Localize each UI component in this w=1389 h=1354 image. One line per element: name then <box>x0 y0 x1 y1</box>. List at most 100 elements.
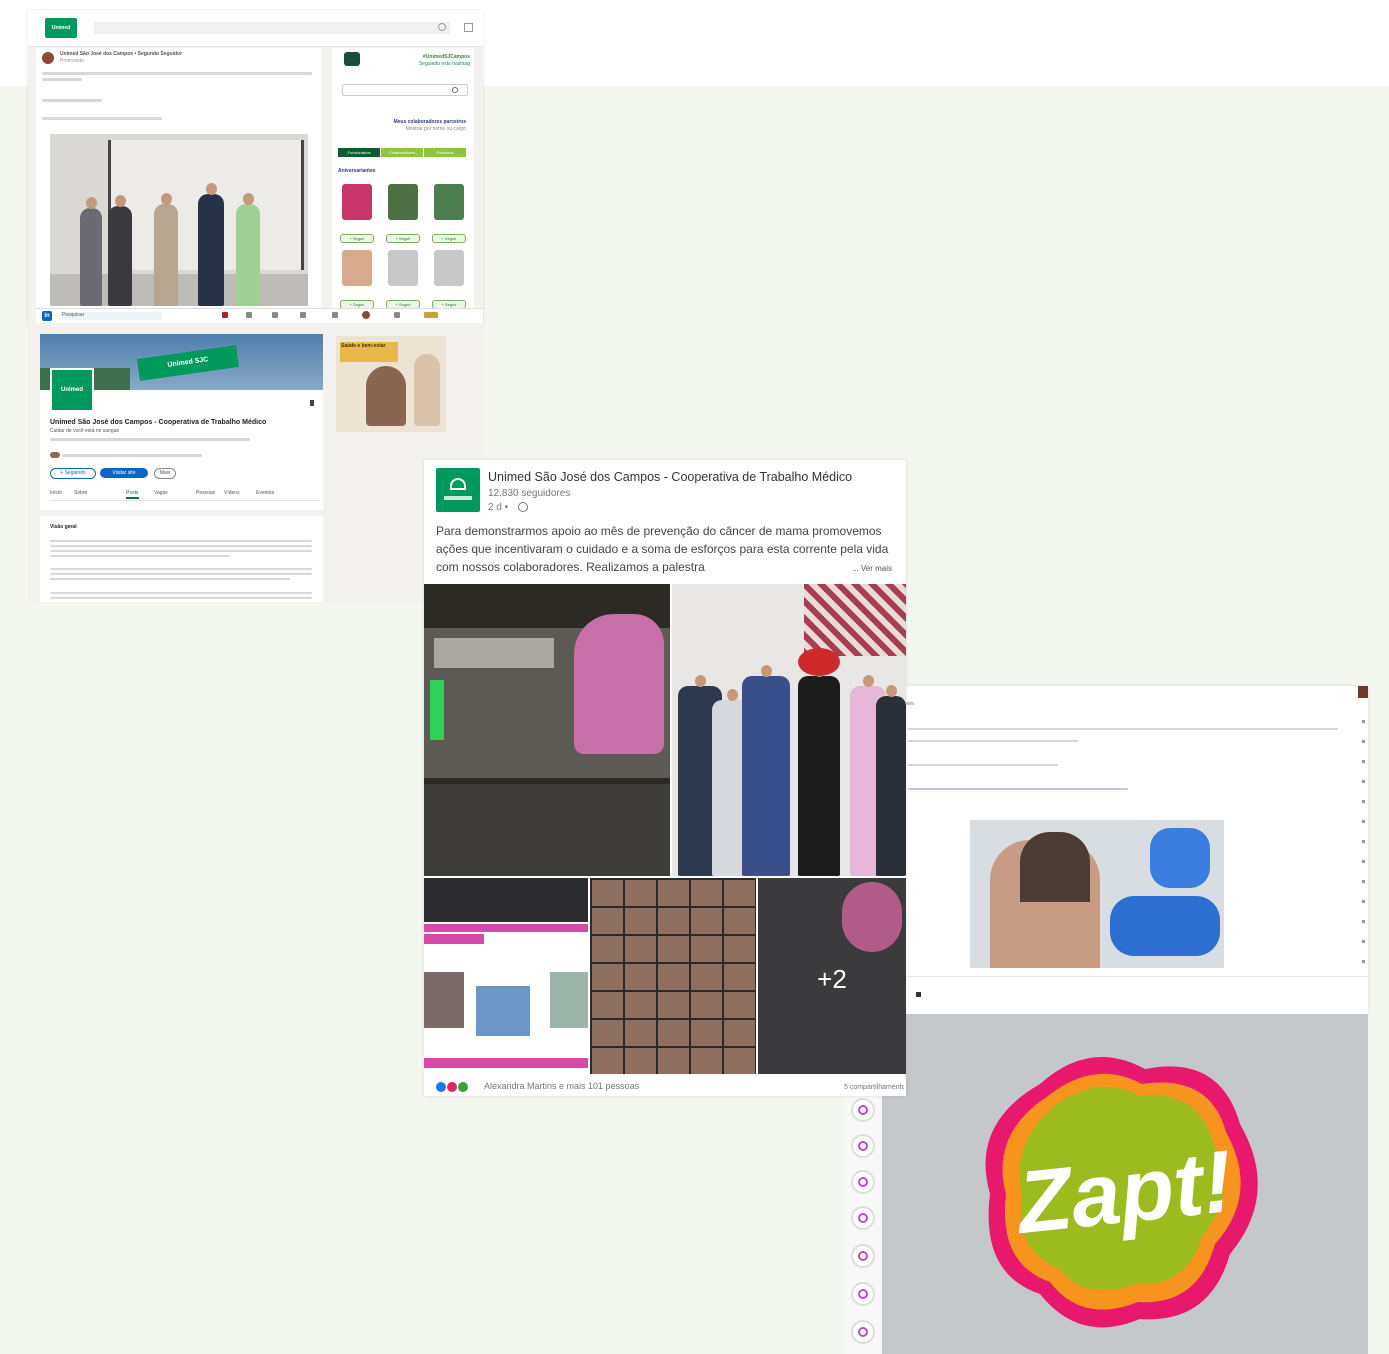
tab-inicio[interactable]: Início <box>50 490 62 497</box>
slide-title-bar <box>424 934 484 944</box>
follow-button[interactable]: + Seguir <box>432 234 466 243</box>
tab-pessoas[interactable]: Pessoas <box>196 490 215 497</box>
search-icon[interactable] <box>438 23 446 31</box>
building-sign: Unimed SJC <box>136 345 240 381</box>
sidebar-ad[interactable]: Saúde e bem-estar <box>336 336 446 432</box>
menu-icon[interactable] <box>464 23 473 32</box>
nav-home-icon[interactable] <box>222 312 228 318</box>
avatar[interactable] <box>434 184 464 220</box>
nav-messages-icon[interactable] <box>300 312 306 318</box>
more-button[interactable]: Mais <box>154 468 176 479</box>
photo-event-more[interactable]: +2 <box>758 878 906 1074</box>
zapt-nav-icon[interactable] <box>851 1134 875 1158</box>
love-reaction-icon <box>447 1082 457 1092</box>
tab-posts[interactable]: Posts <box>126 490 139 499</box>
reaction-icons[interactable] <box>436 1082 478 1092</box>
post-meta: Promovido <box>60 58 84 64</box>
visit-site-button[interactable]: Visitar site <box>100 468 148 478</box>
feed-sidebar: #UnimedSJCampos Seguindo esta hashtag Me… <box>332 48 474 320</box>
person <box>154 193 178 306</box>
overview-text-line <box>50 568 312 570</box>
company-meta-line <box>50 438 250 441</box>
page-avatar[interactable] <box>436 468 480 512</box>
follow-button[interactable]: + Seguir <box>340 234 374 243</box>
follower-avatars <box>50 452 60 458</box>
tab-vagas[interactable]: Vagas <box>154 490 168 497</box>
vaccine-text-line <box>908 728 1338 730</box>
zapt-nav-icon[interactable] <box>851 1170 875 1194</box>
sidebar-section-sub: Mostrar por nome ou cargo <box>405 126 466 132</box>
hashtag-title[interactable]: #UnimedSJCampos <box>376 54 470 61</box>
follow-button[interactable]: + Seguindo <box>50 468 96 479</box>
post-text-line <box>42 117 162 120</box>
linkedin-logo-icon[interactable]: in <box>42 311 52 321</box>
tab-parceiros[interactable]: Parceiros <box>424 148 466 157</box>
nav-work-icon[interactable] <box>394 312 400 318</box>
unimed-wordmark <box>444 496 472 500</box>
search-icon[interactable] <box>452 87 458 93</box>
street <box>424 784 670 876</box>
tab-sobre[interactable]: Sobre <box>74 490 87 497</box>
linkedin-feed-screenshot: Unimed Unimed São José dos Campos • Segu… <box>28 10 483 326</box>
nav-premium-icon[interactable] <box>424 312 438 318</box>
company-logo[interactable]: Unimed <box>50 368 94 412</box>
photo-video-call-grid[interactable] <box>590 878 756 1074</box>
photo-costume-group[interactable] <box>672 584 906 876</box>
zapt-nav-icon[interactable] <box>851 1320 875 1344</box>
photo-storefront-night[interactable] <box>424 584 670 876</box>
post-body: Para demonstrarmos apoio ao mês de preve… <box>436 524 889 574</box>
zapt-nav-icon[interactable] <box>851 1098 875 1122</box>
corner-avatar[interactable] <box>1358 686 1368 698</box>
slide-pink-band <box>424 924 588 932</box>
avatar[interactable] <box>388 250 418 286</box>
author-avatar[interactable] <box>42 52 54 64</box>
post-text-line <box>42 99 102 102</box>
follow-button[interactable]: + Seguir <box>386 234 420 243</box>
person <box>80 197 102 306</box>
tab-colaboradores[interactable]: Colaboradores <box>381 148 423 157</box>
overview-section: Visão geral <box>40 510 323 602</box>
avatar[interactable] <box>342 250 372 286</box>
group-photo[interactable] <box>50 134 308 306</box>
unimed-logo[interactable]: Unimed <box>45 18 77 38</box>
sidebar-search[interactable] <box>342 84 468 96</box>
page-name[interactable]: Unimed São José dos Campos - Cooperativa… <box>488 470 898 485</box>
shares-text[interactable]: 5 compartilhamentos <box>844 1082 904 1094</box>
zapt-nav-icon[interactable] <box>851 1282 875 1306</box>
tab-eventos[interactable]: Eventos <box>256 490 274 497</box>
overview-text-line <box>50 573 312 575</box>
pink-wall-pattern <box>804 584 906 656</box>
company-card: Unimed SJC Unimed Unimed São José dos Ca… <box>40 334 323 602</box>
search-input[interactable] <box>94 22 450 34</box>
more-photos-count[interactable]: +2 <box>758 964 906 994</box>
vaccine-photo[interactable] <box>970 820 1224 968</box>
overview-text-line <box>50 597 312 599</box>
overview-text-line <box>50 578 290 580</box>
avatar[interactable] <box>434 250 464 286</box>
post-text-line <box>42 78 82 81</box>
reactions-text[interactable]: Alexandra Martins e mais 101 pessoas <box>484 1080 639 1092</box>
nav-search[interactable]: Pesquisar <box>58 312 162 320</box>
glove-hand <box>1110 896 1220 956</box>
see-more-link[interactable]: ... Ver mais <box>848 560 893 578</box>
followers-count: 12.830 seguidores <box>488 488 571 499</box>
post-author[interactable]: Unimed São José dos Campos • Segundo Seg… <box>60 51 310 58</box>
overview-text-line <box>50 592 312 594</box>
avatar[interactable] <box>388 184 418 220</box>
zapt-nav-icon[interactable] <box>851 1244 875 1268</box>
zapt-nav-icon[interactable] <box>851 1206 875 1230</box>
nav-jobs-icon[interactable] <box>272 312 278 318</box>
avatar[interactable] <box>342 184 372 220</box>
tab-videos[interactable]: Vídeos <box>224 490 240 497</box>
save-icon[interactable] <box>310 400 314 406</box>
hashtag-sub: Seguindo esta hashtag <box>418 61 470 67</box>
nav-notifications-icon[interactable] <box>332 312 338 318</box>
like-icon[interactable] <box>916 992 921 997</box>
nav-network-icon[interactable] <box>246 312 252 318</box>
linkedin-nav-bar: in Pesquisar <box>36 308 483 323</box>
nav-profile-icon[interactable] <box>362 311 370 319</box>
photo-presentation-slide[interactable] <box>424 878 588 1074</box>
vaccine-text-line <box>908 788 1128 790</box>
slide-image <box>476 986 530 1036</box>
tab-funcionarios[interactable]: Funcionários <box>338 148 380 157</box>
